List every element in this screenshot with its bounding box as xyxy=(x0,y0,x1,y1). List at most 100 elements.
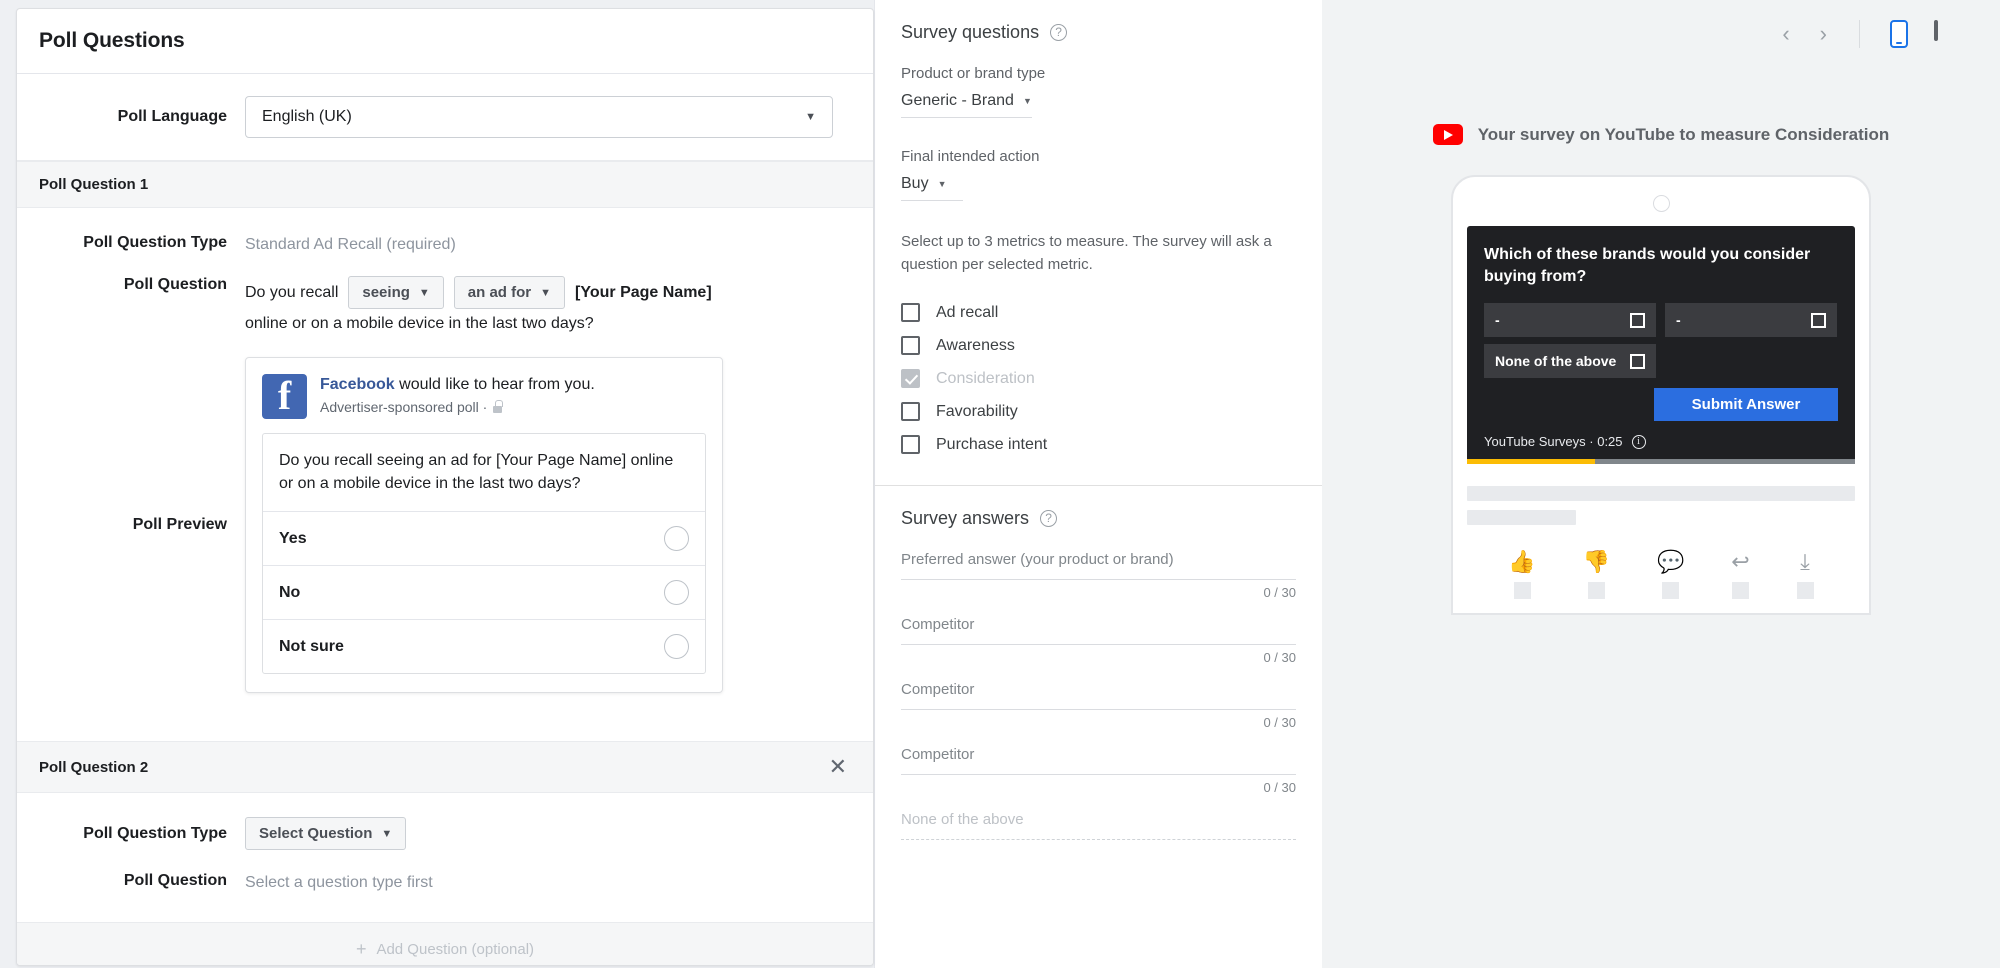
action-label-placeholder xyxy=(1513,582,1531,600)
next-preview-button[interactable]: › xyxy=(1810,17,1837,51)
submit-answer-button[interactable]: Submit Answer xyxy=(1654,388,1838,422)
poll-preview-head: Facebook would like to hear from you. Ad… xyxy=(262,374,706,419)
page-title: Poll Questions xyxy=(39,29,185,52)
poll-preview-option[interactable]: Yes xyxy=(263,512,705,567)
poll-questions-header: Poll Questions xyxy=(17,9,873,74)
progress-remaining xyxy=(1595,459,1855,465)
metric-row-ad-recall[interactable]: Ad recall xyxy=(901,296,1296,329)
poll-preview-option-label: Yes xyxy=(279,529,307,547)
metric-row-favorability[interactable]: Favorability xyxy=(901,395,1296,428)
competitor-1-input[interactable] xyxy=(901,641,1296,645)
thumbs-up-icon: 👍 xyxy=(1508,549,1536,575)
competitor-2-input[interactable] xyxy=(901,706,1296,710)
answer-counter: 0 / 30 xyxy=(1263,780,1296,795)
poll-questions-panel: Poll Questions Poll Language English (UK… xyxy=(0,0,874,968)
poll-preview-card: Facebook would like to hear from you. Ad… xyxy=(245,357,723,694)
product-type-value: Generic - Brand xyxy=(901,92,1014,109)
q1-object-select[interactable]: an ad for ▼ xyxy=(453,276,566,309)
answer-field-label: Preferred answer (your product or brand) xyxy=(901,551,1174,568)
action-like[interactable]: 👍 xyxy=(1508,549,1536,600)
radio-icon[interactable] xyxy=(664,526,689,552)
preferred-answer-input[interactable] xyxy=(901,576,1296,580)
competitor-3-input[interactable] xyxy=(901,771,1296,775)
action-download[interactable]: ⤓ xyxy=(1796,549,1814,600)
desktop-preview-button[interactable] xyxy=(1926,18,1974,50)
answer-field-label: Competitor xyxy=(901,616,975,633)
poll-preview-option[interactable]: No xyxy=(263,566,705,621)
subtitle-placeholder xyxy=(1467,510,1576,526)
final-action-select[interactable]: Buy ▼ xyxy=(901,175,963,201)
poll-preview-headline-rest: would like to hear from you. xyxy=(394,376,595,393)
download-icon: ⤓ xyxy=(1800,549,1810,575)
poll-preview-wrap: Facebook would like to hear from you. Ad… xyxy=(245,357,723,694)
previous-preview-button[interactable]: ‹ xyxy=(1772,17,1799,51)
q2-type-row: Poll Question Type Select Question ▼ xyxy=(17,817,851,851)
survey-question-text: Which of these brands would you consider… xyxy=(1484,246,1811,286)
answer-field-competitor-1: Competitor 0 / 30 xyxy=(901,616,1296,665)
survey-questions-heading: Survey questions xyxy=(901,22,1040,42)
mobile-device-icon xyxy=(1890,20,1908,48)
checkbox-icon[interactable] xyxy=(1630,312,1645,328)
q2-type-value: Select Question xyxy=(259,825,373,843)
action-dislike[interactable]: 👎 xyxy=(1583,551,1610,600)
checkbox-icon[interactable] xyxy=(901,336,920,355)
answer-field-label: Competitor xyxy=(901,746,975,763)
metric-row-awareness[interactable]: Awareness xyxy=(901,329,1296,362)
youtube-logo-icon xyxy=(1432,124,1463,145)
metric-label: Ad recall xyxy=(936,303,999,321)
mobile-preview-button[interactable] xyxy=(1882,16,1916,52)
plus-icon: + xyxy=(355,939,367,960)
checkbox-icon[interactable] xyxy=(1630,353,1645,369)
help-icon[interactable]: ? xyxy=(1040,510,1058,527)
video-actions-row: 👍 👎 💬 ↩ ⤓ xyxy=(1467,549,1855,600)
radio-icon[interactable] xyxy=(664,634,689,660)
add-question-button[interactable]: + Add Question (optional) xyxy=(17,922,873,965)
q2-type-select[interactable]: Select Question ▼ xyxy=(245,817,407,851)
metric-row-purchase-intent[interactable]: Purchase intent xyxy=(901,428,1296,461)
player-meta-row: YouTube Surveys · 0:25 i xyxy=(1484,421,1838,459)
close-icon[interactable]: ✕ xyxy=(825,756,851,778)
survey-option[interactable]: - xyxy=(1665,303,1837,338)
share-icon: ↩ xyxy=(1731,549,1750,575)
none-of-the-above-label: None of the above xyxy=(901,811,1024,828)
q1-type-label: Poll Question Type xyxy=(83,234,227,251)
poll-question-1-body: Poll Question Type Standard Ad Recall (r… xyxy=(17,208,873,741)
q2-question-placeholder: Select a question type first xyxy=(245,874,433,892)
survey-answers-heading-row: Survey answers ? xyxy=(901,508,1296,529)
phone-mockup: Which of these brands would you consider… xyxy=(1451,175,1871,615)
action-share[interactable]: ↩ xyxy=(1731,549,1750,600)
metrics-help-text: Select up to 3 metrics to measure. The s… xyxy=(901,233,1272,273)
survey-questions-block: Survey questions ? Product or brand type… xyxy=(875,0,1322,486)
checkbox-icon[interactable] xyxy=(1811,312,1826,328)
survey-option[interactable]: None of the above xyxy=(1484,344,1656,379)
survey-options-list: - - None of the above xyxy=(1484,303,1838,379)
poll-language-select[interactable]: English (UK) ▼ xyxy=(245,96,833,138)
survey-answers-heading: Survey answers xyxy=(901,508,1030,528)
poll-preview-option[interactable]: Not sure xyxy=(263,620,705,673)
survey-answers-block: Survey answers ? Preferred answer (your … xyxy=(875,486,1322,869)
chevron-down-icon: ▼ xyxy=(937,179,947,189)
radio-icon[interactable] xyxy=(664,580,689,606)
metric-label: Purchase intent xyxy=(936,435,1048,453)
q1-verb-select[interactable]: seeing ▼ xyxy=(348,276,444,309)
preview-heading: Your survey on YouTube to measure Consid… xyxy=(1477,124,1890,144)
survey-option[interactable]: - xyxy=(1484,303,1656,338)
product-type-select[interactable]: Generic - Brand ▼ xyxy=(901,92,1032,118)
checkbox-icon[interactable] xyxy=(901,435,920,454)
video-progress-bar[interactable] xyxy=(1467,459,1855,465)
video-meta-placeholder: 👍 👎 💬 ↩ ⤓ xyxy=(1453,464,1869,600)
action-label-placeholder xyxy=(1587,582,1605,600)
checkbox-icon[interactable] xyxy=(901,402,920,421)
action-comment[interactable]: 💬 xyxy=(1656,549,1685,600)
lock-icon xyxy=(492,400,503,414)
poll-question-1-title: Poll Question 1 xyxy=(39,176,149,193)
checkbox-icon[interactable] xyxy=(901,303,920,322)
q1-question-label: Poll Question xyxy=(123,276,227,293)
poll-question-2-title: Poll Question 2 xyxy=(39,758,149,776)
player-meta-text: YouTube Surveys · 0:25 xyxy=(1484,434,1623,450)
info-icon[interactable]: i xyxy=(1631,434,1646,449)
survey-option-label: - xyxy=(1495,312,1500,329)
add-question-label: Add Question (optional) xyxy=(376,940,535,958)
help-icon[interactable]: ? xyxy=(1050,24,1068,41)
comment-icon: 💬 xyxy=(1656,549,1685,575)
